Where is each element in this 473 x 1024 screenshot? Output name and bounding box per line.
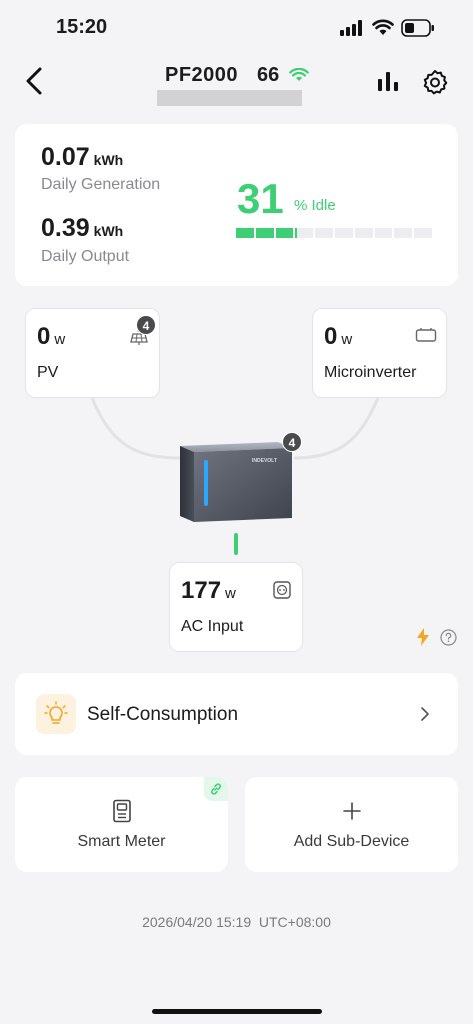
generation-number: 0.07 — [41, 143, 90, 171]
signal-strength: 66 — [257, 64, 280, 86]
ac-input-power: 177 w — [181, 577, 236, 605]
pv-count-badge: 4 — [136, 315, 156, 335]
add-sub-device-label: Add Sub-Device — [293, 833, 410, 850]
wifi-icon — [372, 19, 394, 35]
device-wifi-icon — [289, 68, 309, 81]
idle-percent-label: % Idle — [294, 197, 336, 214]
plus-icon — [342, 802, 361, 820]
inverter-brand: INDEVOLT — [252, 458, 277, 464]
self-consumption-mode-row[interactable]: Self-Consumption — [15, 673, 458, 755]
ac-input-tile[interactable]: 177 w AC Input — [169, 562, 303, 652]
level-segment — [334, 228, 353, 238]
pv-label: PV — [37, 364, 59, 381]
ac-input-power-number: 177 — [181, 577, 222, 604]
cellular-signal-icon — [340, 20, 362, 36]
device-header: PF2000 66 — [0, 56, 473, 112]
daily-output-value: 0.39 kWh — [41, 214, 123, 243]
microinverter-icon — [415, 328, 437, 342]
lightbulb-icon — [44, 701, 68, 724]
smart-meter-card[interactable]: Smart Meter — [15, 777, 228, 872]
microinverter-tile[interactable]: 0w Microinverter — [312, 308, 447, 398]
battery-icon — [401, 19, 434, 37]
inverter-count-badge: 4 — [282, 432, 302, 452]
help-question-icon[interactable] — [440, 629, 457, 646]
output-unit: kWh — [93, 223, 124, 239]
status-bar: 15:20 — [0, 0, 473, 56]
ac-input-label: AC Input — [181, 618, 244, 635]
level-segment — [275, 228, 294, 238]
smart-meter-label: Smart Meter — [77, 833, 166, 850]
add-sub-device-card[interactable]: Add Sub-Device — [245, 777, 458, 872]
lightning-bolt-icon — [417, 628, 429, 646]
idle-percent-value: 31 — [237, 175, 284, 222]
battery-level-bar — [236, 228, 432, 238]
pv-power-number: 0 — [37, 323, 51, 350]
mode-label: Self-Consumption — [87, 704, 239, 725]
ac-flow-indicator — [234, 533, 238, 555]
smart-meter-icon — [112, 799, 131, 823]
inverter-device-icon[interactable]: INDEVOLT — [178, 438, 294, 524]
level-segment — [354, 228, 373, 238]
level-segment — [414, 228, 432, 238]
generation-unit: kWh — [93, 152, 124, 168]
level-segment — [255, 228, 274, 238]
power-outlet-icon — [273, 581, 291, 599]
daily-generation-value: 0.07 kWh — [41, 143, 123, 172]
linked-tag — [204, 777, 228, 801]
status-time: 15:20 — [56, 16, 108, 38]
level-segment — [394, 228, 413, 238]
level-segment — [374, 228, 393, 238]
redacted-serial-bar — [157, 90, 302, 106]
chevron-right-icon — [421, 707, 429, 721]
back-arrow-icon[interactable] — [22, 66, 48, 96]
statistics-chart-icon[interactable] — [377, 70, 401, 92]
device-name: PF2000 — [165, 64, 239, 86]
last-updated-timestamp: 2026/04/20 15:19 UTC+08:00 — [142, 914, 331, 930]
pv-power-unit: w — [54, 331, 66, 348]
ac-input-power-unit: w — [225, 585, 236, 602]
microinverter-label: Microinverter — [324, 364, 417, 381]
link-chain-icon — [210, 783, 222, 795]
output-number: 0.39 — [41, 214, 90, 242]
daily-generation-label: Daily Generation — [41, 176, 161, 193]
home-indicator[interactable] — [152, 1009, 322, 1014]
mode-icon-box — [36, 694, 76, 734]
level-segment — [315, 228, 333, 238]
microinverter-power-number: 0 — [324, 323, 338, 350]
daily-output-label: Daily Output — [41, 248, 130, 265]
level-segment — [236, 228, 254, 238]
microinverter-power: 0w — [324, 323, 352, 351]
settings-gear-icon[interactable] — [422, 69, 448, 95]
energy-summary-card: 0.07 kWh Daily Generation 0.39 kWh Daily O… — [15, 124, 458, 286]
pv-power: 0w — [37, 323, 65, 351]
level-segment — [295, 228, 314, 238]
microinverter-power-unit: w — [341, 331, 353, 348]
pv-tile[interactable]: 0w PV 4 — [25, 308, 160, 398]
